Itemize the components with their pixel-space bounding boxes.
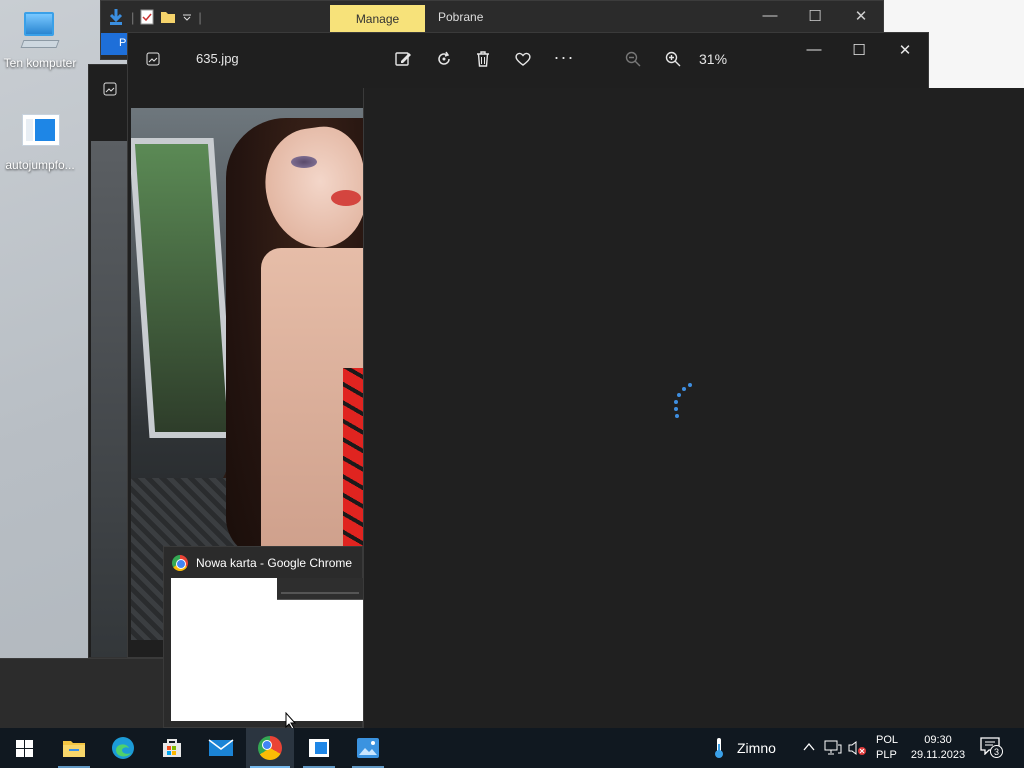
file-name: 635.jpg bbox=[196, 51, 239, 66]
chrome-icon bbox=[258, 736, 282, 760]
chrome-taskbar-thumbnail[interactable]: Nowa karta - Google Chrome bbox=[163, 546, 363, 728]
thermometer-icon[interactable] bbox=[709, 738, 729, 760]
taskbar-mail[interactable] bbox=[197, 728, 245, 768]
desktop-icon-this-pc[interactable]: Ten komputer bbox=[0, 10, 80, 70]
weather-label[interactable]: Zimno bbox=[737, 740, 776, 756]
close-button[interactable]: ✕ bbox=[847, 7, 875, 25]
folder-icon bbox=[63, 741, 85, 757]
desktop-icon-autojump[interactable]: autojumpfo... bbox=[0, 112, 80, 172]
zoom-in-icon bbox=[665, 51, 681, 67]
photos-icon bbox=[357, 738, 379, 758]
favorite-button[interactable] bbox=[508, 44, 538, 74]
download-arrow-icon[interactable] bbox=[107, 8, 125, 26]
maximize-button[interactable]: ☐ bbox=[801, 7, 829, 25]
volume-muted-icon[interactable] bbox=[847, 740, 867, 756]
edge-icon bbox=[112, 737, 134, 759]
window-edge bbox=[0, 658, 163, 728]
thumbnail-title: Nowa karta - Google Chrome bbox=[196, 556, 353, 570]
desktop-icon-label: Ten komputer bbox=[3, 56, 77, 70]
store-icon bbox=[163, 739, 181, 757]
clock[interactable]: 09:30 29.11.2023 bbox=[908, 733, 968, 763]
mail-icon bbox=[208, 739, 234, 756]
edit-image-button[interactable] bbox=[388, 44, 418, 74]
properties-icon[interactable] bbox=[140, 9, 154, 25]
heart-icon bbox=[515, 52, 531, 66]
maximize-button[interactable]: ☐ bbox=[839, 41, 879, 59]
network-icon[interactable] bbox=[824, 740, 842, 756]
clock-time: 09:30 bbox=[924, 734, 952, 746]
start-button[interactable] bbox=[0, 728, 48, 768]
taskbar: Zimno POL PLP 09:30 29.11.2023 3 bbox=[0, 728, 1024, 768]
input-language[interactable]: POL PLP bbox=[876, 733, 898, 763]
image-preview-strip bbox=[91, 141, 131, 657]
zoom-in-button[interactable] bbox=[658, 44, 688, 74]
loading-panel bbox=[363, 88, 1024, 728]
trash-icon bbox=[477, 51, 489, 67]
taskbar-chrome[interactable] bbox=[246, 728, 294, 768]
photos-toolbar: 635.jpg ··· 31% — ☐ ✕ bbox=[128, 33, 928, 85]
edit-image-icon bbox=[395, 52, 411, 66]
chrome-icon bbox=[172, 555, 188, 571]
taskbar-store[interactable] bbox=[148, 728, 196, 768]
quick-access-toolbar: | | bbox=[107, 5, 202, 29]
app-icon bbox=[18, 112, 62, 154]
desktop-icon-label: autojumpfo... bbox=[5, 158, 75, 172]
zoom-out-icon bbox=[625, 51, 641, 67]
photos-app-button[interactable] bbox=[138, 44, 168, 74]
loading-spinner-icon bbox=[666, 383, 696, 423]
qat-dropdown-icon[interactable] bbox=[182, 12, 192, 22]
delete-button[interactable] bbox=[468, 44, 498, 74]
photos-app-icon bbox=[146, 52, 160, 66]
close-button[interactable]: ✕ bbox=[885, 41, 925, 59]
chevron-up-icon[interactable] bbox=[803, 742, 815, 752]
taskbar-edge[interactable] bbox=[99, 728, 147, 768]
rotate-icon bbox=[438, 51, 450, 65]
minimize-button[interactable]: — bbox=[756, 7, 784, 24]
minimize-button[interactable]: — bbox=[794, 41, 834, 58]
taskbar-photos[interactable] bbox=[344, 728, 392, 768]
window-title: Pobrane bbox=[438, 10, 484, 24]
clock-date: 29.11.2023 bbox=[910, 749, 966, 761]
notification-badge: 3 bbox=[990, 745, 1003, 758]
taskbar-file-explorer[interactable] bbox=[50, 728, 98, 768]
more-options-button[interactable]: ··· bbox=[549, 42, 579, 72]
rotate-button[interactable] bbox=[429, 44, 459, 74]
taskbar-app[interactable] bbox=[295, 728, 343, 768]
ribbon-file-tab[interactable]: Pl bbox=[101, 33, 129, 55]
zoom-out-button[interactable] bbox=[618, 44, 648, 74]
computer-icon bbox=[18, 10, 62, 52]
photos-app-icon bbox=[103, 82, 117, 96]
notification-center-button[interactable]: 3 bbox=[980, 737, 1004, 759]
windows-logo-icon bbox=[15, 739, 33, 757]
manage-tab[interactable]: Manage bbox=[330, 5, 425, 32]
new-folder-icon[interactable] bbox=[160, 10, 176, 24]
app-window-icon bbox=[309, 739, 329, 757]
zoom-level[interactable]: 31% bbox=[699, 51, 727, 67]
